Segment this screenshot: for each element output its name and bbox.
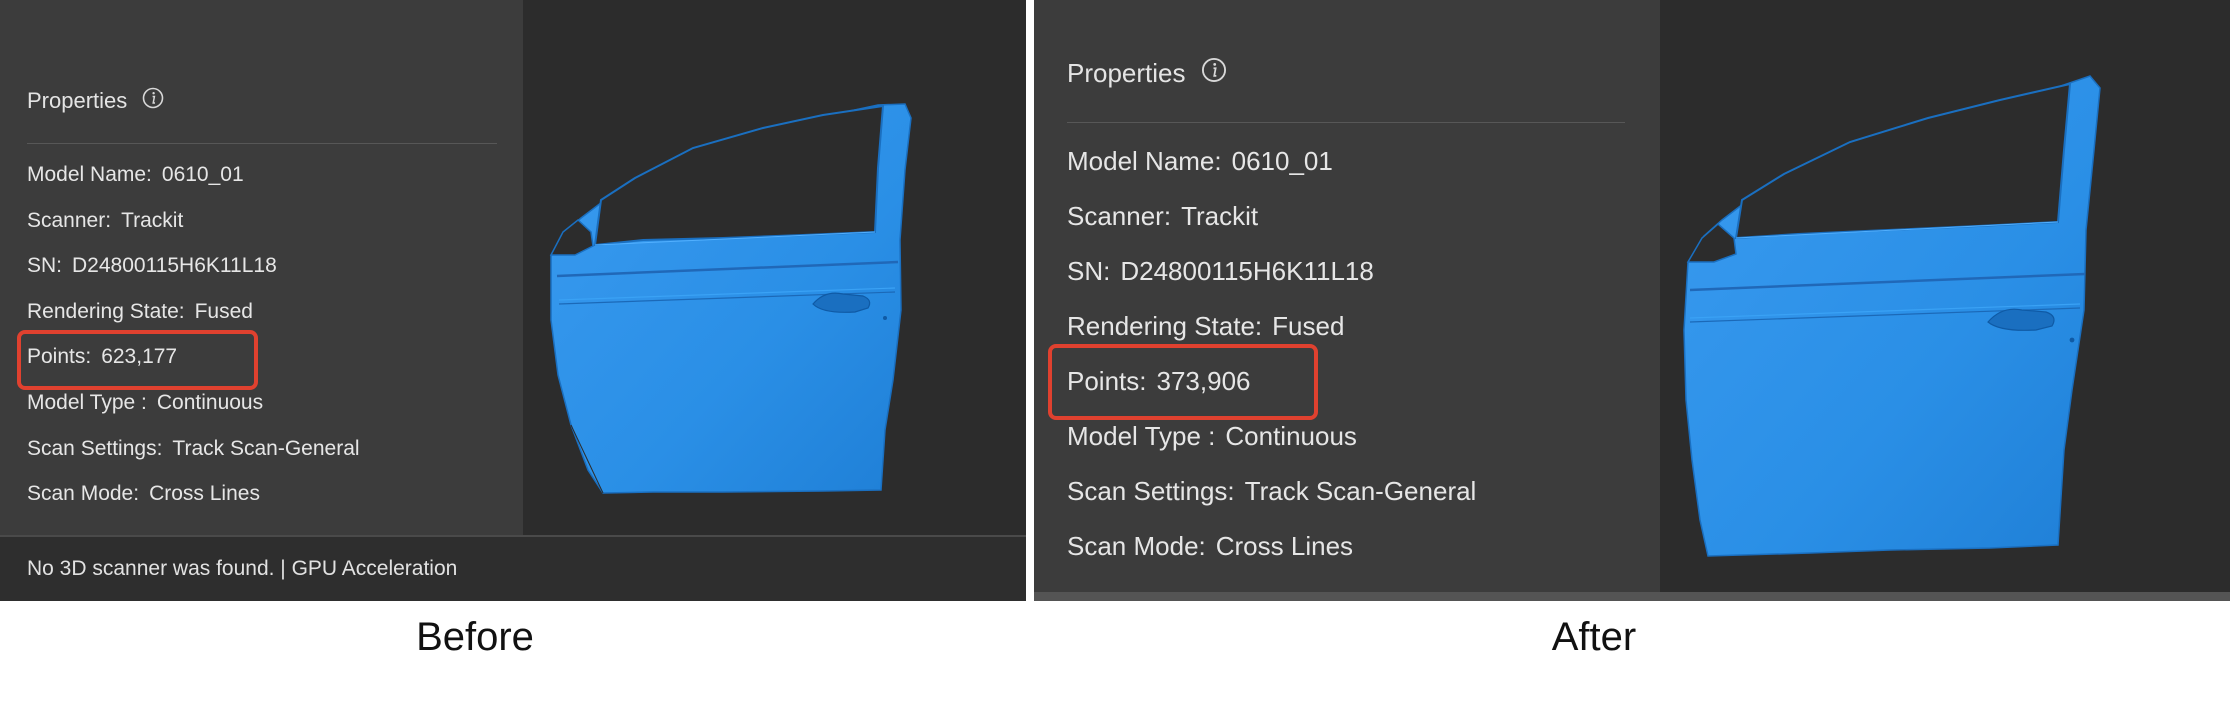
scanner-row: Scanner: Trackit (1067, 195, 1476, 250)
info-icon[interactable] (1200, 56, 1228, 91)
model-name-label: Model Name: (1067, 146, 1222, 176)
scan-settings-label: Scan Settings: (1067, 476, 1235, 506)
scanner-label: Scanner: (1067, 201, 1172, 231)
model-type-value: Continuous (156, 390, 264, 414)
rendering-state-value: Fused (1272, 311, 1345, 341)
points-highlight-box (1048, 344, 1318, 420)
model-type-row: Model Type : Continuous (27, 386, 360, 432)
properties-panel: Properties Model Name: 0610_01 Scanner: Tr… (1034, 0, 1660, 592)
model-type-label: Model Type : (27, 390, 147, 414)
scan-mode-label: Scan Mode: (1067, 531, 1206, 561)
before-screenshot: Properties Model Name: 0610_01 Scanner: Tr… (0, 0, 1026, 601)
before-caption: Before (416, 615, 534, 659)
scan-settings-value: Track Scan-General (1244, 476, 1477, 506)
after-screenshot: Properties Model Name: 0610_01 Scanner: Tr… (1034, 0, 2230, 601)
scan-mode-label: Scan Mode: (27, 482, 140, 506)
properties-title: Properties (27, 88, 128, 113)
model-name-value: 0610_01 (1231, 146, 1333, 176)
model-type-row: Model Type : Continuous (1067, 415, 1476, 470)
sn-label: SN: (27, 254, 63, 278)
scan-settings-label: Scan Settings: (27, 436, 163, 460)
sn-value: D24800115H6K11L18 (72, 254, 277, 278)
properties-panel: Properties Model Name: 0610_01 Scanner: Tr… (0, 0, 523, 535)
sn-row: SN: D24800115H6K11L18 (1067, 250, 1476, 305)
properties-divider (1067, 122, 1625, 123)
properties-header: Properties (27, 86, 165, 116)
properties-header: Properties (1067, 56, 1228, 91)
model-name-value: 0610_01 (161, 163, 244, 186)
3d-viewport[interactable] (523, 0, 1026, 535)
car-door-scan (1683, 75, 2101, 557)
scanner-row: Scanner: Trackit (27, 204, 360, 250)
rendering-state-label: Rendering State: (1067, 311, 1263, 341)
scan-settings-value: Track Scan-General (172, 436, 360, 460)
scan-settings-row: Scan Settings: Track Scan-General (1067, 470, 1476, 525)
3d-viewport[interactable] (1660, 0, 2230, 592)
scan-settings-row: Scan Settings: Track Scan-General (27, 432, 360, 478)
sn-row: SN: D24800115H6K11L18 (27, 249, 360, 295)
scan-mode-row: Scan Mode: Cross Lines (1067, 525, 1476, 580)
points-highlight-box (17, 330, 258, 390)
scan-mode-value: Cross Lines (1215, 531, 1354, 561)
sn-value: D24800115H6K11L18 (1120, 256, 1374, 286)
rendering-state-label: Rendering State: (27, 299, 185, 323)
status-text: No 3D scanner was found. | GPU Accelerat… (27, 557, 458, 580)
sn-label: SN: (1067, 256, 1111, 286)
status-strip (1034, 592, 2230, 601)
properties-title: Properties (1067, 58, 1186, 88)
scanner-value: Trackit (1181, 201, 1259, 231)
after-caption: After (1551, 615, 1637, 659)
info-icon[interactable] (141, 86, 165, 116)
model-name-row: Model Name: 0610_01 (27, 158, 360, 204)
model-name-label: Model Name: (27, 163, 152, 186)
model-name-row: Model Name: 0610_01 (1067, 140, 1476, 195)
car-door-scan (549, 103, 912, 494)
scanner-value: Trackit (121, 208, 184, 232)
scanner-label: Scanner: (27, 208, 112, 232)
scan-mode-row: Scan Mode: Cross Lines (27, 477, 360, 523)
scan-mode-value: Cross Lines (149, 482, 260, 506)
model-type-value: Continuous (1225, 421, 1357, 451)
status-bar: No 3D scanner was found. | GPU Accelerat… (0, 535, 1026, 601)
properties-divider (27, 143, 497, 144)
model-type-label: Model Type : (1067, 421, 1216, 451)
rendering-state-value: Fused (194, 299, 253, 323)
